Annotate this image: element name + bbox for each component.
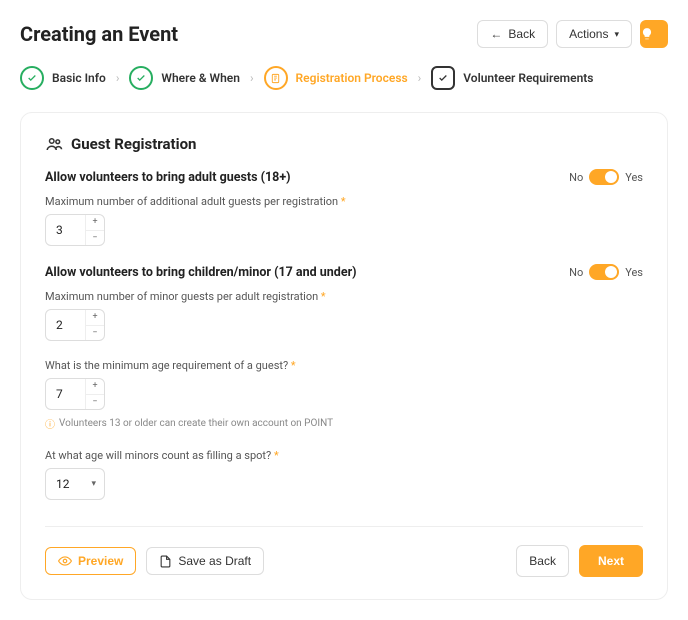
filling-spot-label: At what age will minors count as filling… <box>45 449 271 462</box>
chevron-right-icon: › <box>250 71 254 85</box>
actions-label: Actions <box>569 27 608 41</box>
help-button[interactable] <box>640 20 668 48</box>
max-minor-value: 2 <box>46 310 86 340</box>
step-label: Basic Info <box>52 71 106 85</box>
check-icon <box>129 66 153 90</box>
actions-button[interactable]: Actions ▾ <box>556 20 632 48</box>
progress-stepper: Basic Info › Where & When › Registration… <box>20 66 668 90</box>
check-icon <box>20 66 44 90</box>
step-label: Where & When <box>161 71 240 85</box>
filling-spot-value: 12 <box>56 477 70 491</box>
minor-guests-toggle[interactable] <box>589 264 619 280</box>
page-title: Creating an Event <box>20 22 178 46</box>
people-icon <box>45 135 63 153</box>
chevron-down-icon: ▾ <box>614 29 619 40</box>
max-adult-stepper[interactable]: 3 + − <box>45 214 105 246</box>
chevron-down-icon: ▾ <box>91 479 96 489</box>
toggle-yes: Yes <box>625 266 643 279</box>
preview-button[interactable]: Preview <box>45 547 136 575</box>
max-minor-stepper[interactable]: 2 + − <box>45 309 105 341</box>
min-age-value: 7 <box>46 379 86 409</box>
info-icon: ⓘ <box>45 416 55 431</box>
filling-spot-select[interactable]: 12 ▾ <box>45 468 105 500</box>
save-draft-button[interactable]: Save as Draft <box>146 547 264 575</box>
step-label: Registration Process <box>296 71 408 85</box>
decrement-button[interactable]: − <box>86 326 104 341</box>
footer-back-label: Back <box>529 554 556 568</box>
increment-button[interactable]: + <box>86 215 104 231</box>
toggle-no: No <box>569 266 583 279</box>
toggle-no: No <box>569 171 583 184</box>
footer-back-button[interactable]: Back <box>516 545 569 577</box>
chevron-right-icon: › <box>116 71 120 85</box>
file-icon <box>159 555 172 568</box>
increment-button[interactable]: + <box>86 310 104 326</box>
back-label: Back <box>508 27 535 41</box>
back-button[interactable]: ← Back <box>477 20 548 48</box>
checkbox-icon <box>431 66 455 90</box>
preview-label: Preview <box>78 554 123 568</box>
section-title: Guest Registration <box>71 135 196 153</box>
step-registration[interactable]: Registration Process <box>264 66 408 90</box>
chevron-right-icon: › <box>418 71 422 85</box>
step-basic-info[interactable]: Basic Info <box>20 66 106 90</box>
save-draft-label: Save as Draft <box>178 554 251 568</box>
max-adult-value: 3 <box>46 215 86 245</box>
min-age-label: What is the minimum age requirement of a… <box>45 359 288 372</box>
toggle-yes: Yes <box>625 171 643 184</box>
eye-icon <box>58 554 72 568</box>
next-button[interactable]: Next <box>579 545 643 577</box>
clipboard-icon <box>264 66 288 90</box>
decrement-button[interactable]: − <box>86 231 104 246</box>
min-age-stepper[interactable]: 7 + − <box>45 378 105 410</box>
max-minor-label: Maximum number of minor guests per adult… <box>45 290 318 303</box>
next-label: Next <box>598 554 624 568</box>
adult-guests-toggle[interactable] <box>589 169 619 185</box>
step-label: Volunteer Requirements <box>463 71 593 85</box>
step-volunteer-req[interactable]: Volunteer Requirements <box>431 66 593 90</box>
adult-guests-label: Allow volunteers to bring adult guests (… <box>45 170 291 185</box>
decrement-button[interactable]: − <box>86 395 104 410</box>
lightbulb-icon <box>640 27 654 41</box>
increment-button[interactable]: + <box>86 379 104 395</box>
step-where-when[interactable]: Where & When <box>129 66 240 90</box>
max-adult-label: Maximum number of additional adult guest… <box>45 195 338 208</box>
minor-guests-label: Allow volunteers to bring children/minor… <box>45 265 357 280</box>
arrow-left-icon: ← <box>490 27 502 41</box>
min-age-hint: Volunteers 13 or older can create their … <box>59 418 333 429</box>
